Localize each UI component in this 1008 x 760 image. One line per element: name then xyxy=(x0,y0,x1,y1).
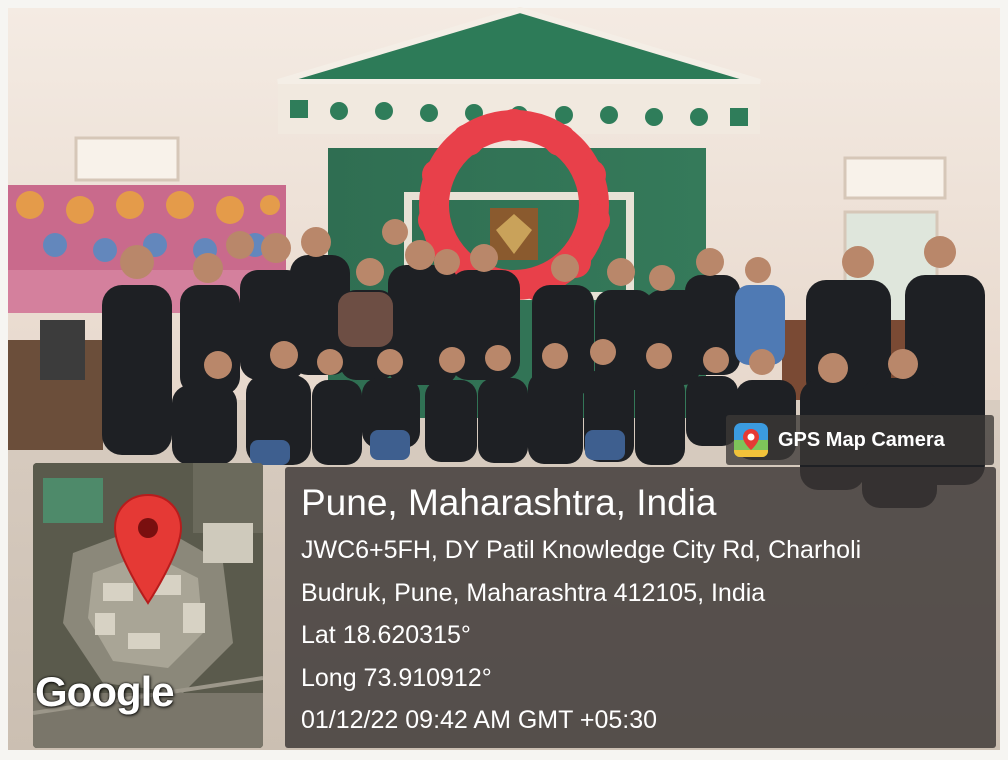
timestamp-text: 01/12/22 09:42 AM GMT +05:30 xyxy=(301,706,658,734)
address-line-1: JWC6+5FH, DY Patil Knowledge City Rd, Ch… xyxy=(301,536,862,564)
app-badge: GPS Map Camera xyxy=(726,415,994,465)
map-provider-logo: Google xyxy=(35,668,175,715)
latitude-text: Lat 18.620315° xyxy=(301,621,471,649)
app-name: GPS Map Camera xyxy=(778,428,945,451)
gps-map-camera-icon xyxy=(734,423,768,457)
map-thumbnail: Google xyxy=(33,463,263,748)
map-pin-icon xyxy=(113,493,183,605)
longitude-text: Long 73.910912° xyxy=(301,663,492,692)
address-line-2: Budruk, Pune, Maharashtra 412105, India xyxy=(301,578,766,607)
city-title: Pune, Maharashtra, India xyxy=(301,482,717,523)
photo-frame: GPS Map Camera Google Pune, Maharashtra,… xyxy=(0,0,1008,760)
location-info-panel: Pune, Maharashtra, India JWC6+5FH, DY Pa… xyxy=(285,467,996,748)
